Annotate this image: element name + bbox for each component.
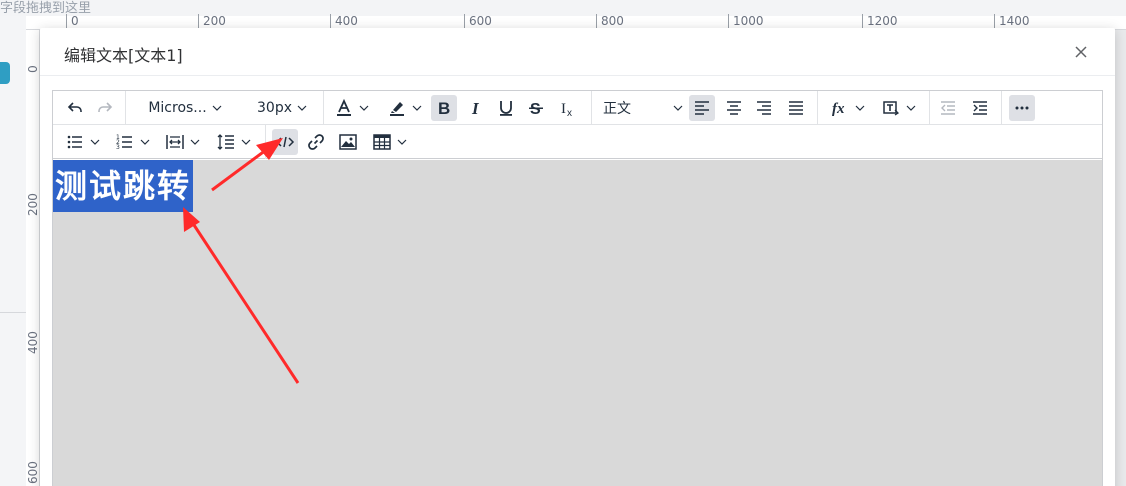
annotation-arrows [183,138,300,384]
arrow-to-selected-text [183,207,300,384]
arrow-to-source-code [211,138,283,192]
